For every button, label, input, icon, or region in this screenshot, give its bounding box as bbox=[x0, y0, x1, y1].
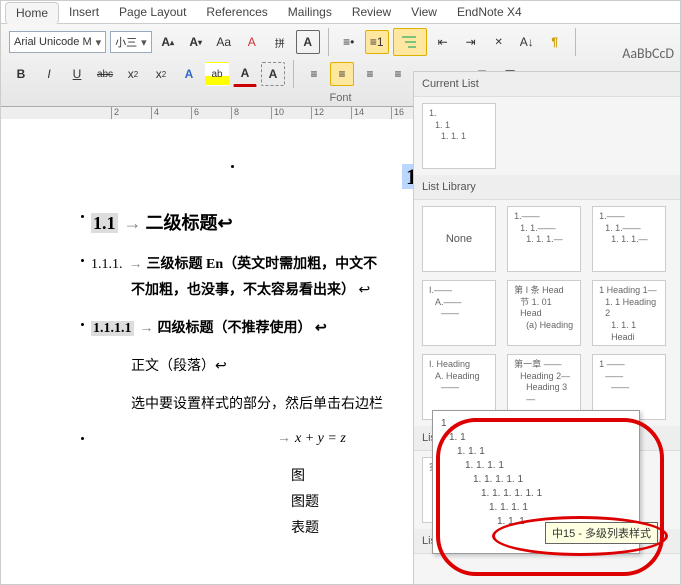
list-tile[interactable]: I.——A.———— bbox=[422, 280, 496, 346]
tab-references[interactable]: References bbox=[196, 2, 277, 22]
tab-endnote[interactable]: EndNote X4 bbox=[447, 2, 532, 22]
equation: x + y = z bbox=[295, 431, 346, 446]
tab-mailings[interactable]: Mailings bbox=[278, 2, 342, 22]
shrink-font-icon[interactable]: A▾ bbox=[184, 30, 208, 54]
show-marks-icon[interactable]: ¶ bbox=[543, 30, 567, 54]
chevron-down-icon: ▾ bbox=[96, 36, 102, 49]
font-name-combo[interactable]: Arial Unicode M ▾ bbox=[9, 31, 106, 53]
align-center-icon[interactable]: ≡ bbox=[330, 62, 354, 86]
numbering-icon[interactable]: ≡1 bbox=[365, 30, 389, 54]
tab-arrow-icon: → bbox=[277, 431, 289, 446]
highlight-icon[interactable]: ab bbox=[205, 62, 229, 86]
tile-line: 1. 1 bbox=[435, 120, 489, 132]
tile-line: 1. bbox=[429, 108, 489, 120]
char-border-icon[interactable]: A bbox=[296, 30, 320, 54]
font-name-value: Arial Unicode M bbox=[14, 36, 92, 48]
strike-button[interactable]: abc bbox=[93, 62, 117, 86]
align-justify-icon[interactable]: ≡ bbox=[386, 62, 410, 86]
h4-number: 1.1.1.1 bbox=[91, 321, 134, 336]
current-list-header: Current List bbox=[414, 72, 680, 97]
align-right-icon[interactable]: ≡ bbox=[358, 62, 382, 86]
h2-text: 二级标题 bbox=[146, 213, 218, 233]
bullets-icon[interactable]: ≡• bbox=[337, 30, 361, 54]
underline-button[interactable]: U bbox=[65, 62, 89, 86]
char-shading-icon[interactable]: A bbox=[261, 62, 285, 86]
chevron-down-icon: ▾ bbox=[141, 36, 147, 49]
styles-preview[interactable]: AaBbCcD bbox=[622, 45, 674, 62]
asian-layout-icon[interactable]: ✕ bbox=[487, 30, 511, 54]
fig-label: 图 bbox=[291, 469, 305, 484]
current-list-tile[interactable]: 1. 1. 1 1. 1. 1 bbox=[422, 103, 496, 169]
h4-text: 四级标题（不推荐使用） bbox=[158, 321, 312, 336]
tab-arrow-icon: → bbox=[140, 321, 152, 336]
tab-arrow-icon: → bbox=[124, 213, 140, 233]
list-tile-none[interactable]: None bbox=[422, 206, 496, 272]
font-size-combo[interactable]: 小三 ▾ bbox=[110, 31, 152, 53]
ribbon-tabs: Home Insert Page Layout References Maili… bbox=[1, 1, 680, 24]
phonetic-guide-icon[interactable]: 拼 bbox=[268, 30, 292, 54]
tab-page-layout[interactable]: Page Layout bbox=[109, 2, 196, 22]
tab-review[interactable]: Review bbox=[342, 2, 401, 22]
text-effects-icon[interactable]: A bbox=[177, 62, 201, 86]
clear-format-icon[interactable]: A bbox=[240, 30, 264, 54]
h2-number: 1.1 bbox=[91, 213, 118, 233]
h3-number: 1.1.1. bbox=[91, 257, 123, 272]
body-line-2: 选中要设置样式的部分，然后单击右边栏 bbox=[131, 397, 383, 412]
list-library-tiles: None 1.——1. 1.——1. 1. 1.— 1.——1. 1.——1. … bbox=[414, 200, 680, 426]
italic-button[interactable]: I bbox=[37, 62, 61, 86]
list-tile[interactable]: 1.——1. 1.——1. 1. 1.— bbox=[507, 206, 581, 272]
multilevel-list-icon[interactable] bbox=[393, 28, 427, 56]
table-caption-label: 表题 bbox=[291, 521, 319, 536]
sort-icon[interactable]: A↓ bbox=[515, 30, 539, 54]
tab-home[interactable]: Home bbox=[5, 2, 59, 24]
font-color-icon[interactable]: A bbox=[233, 61, 257, 87]
tab-view[interactable]: View bbox=[401, 2, 447, 22]
list-tile[interactable]: 1 Heading 1—1. 1 Heading 21. 1. 1 Headi bbox=[592, 280, 666, 346]
font-size-value: 小三 bbox=[115, 34, 137, 50]
list-tile[interactable]: 第 I 条 Head节 1. 01 Head(a) Heading bbox=[507, 280, 581, 346]
caption-label: 图题 bbox=[291, 495, 319, 510]
subscript-button[interactable]: x2 bbox=[121, 62, 145, 86]
decrease-indent-icon[interactable]: ⇤ bbox=[431, 30, 455, 54]
superscript-button[interactable]: x2 bbox=[149, 62, 173, 86]
grow-font-icon[interactable]: A▴ bbox=[156, 30, 180, 54]
tile-line: 1. 1. 1 bbox=[441, 131, 489, 143]
tab-arrow-icon: → bbox=[129, 257, 141, 272]
list-tile[interactable]: 1.——1. 1.——1. 1. 1.— bbox=[592, 206, 666, 272]
h3-text-b: 不加粗，也没事，不太容易看出来） bbox=[131, 283, 355, 298]
annotation-oval-icon bbox=[492, 516, 668, 556]
list-library-header: List Library bbox=[414, 175, 680, 200]
align-left-icon[interactable]: ≡ bbox=[302, 62, 326, 86]
bold-button[interactable]: B bbox=[9, 62, 33, 86]
increase-indent-icon[interactable]: ⇥ bbox=[459, 30, 483, 54]
h3-text-a: 三级标题 En（英文时需加粗，中文不 bbox=[147, 257, 378, 272]
body-line-1: 正文（段落） bbox=[131, 359, 215, 374]
change-case-icon[interactable]: Aa bbox=[212, 30, 236, 54]
tab-insert[interactable]: Insert bbox=[59, 2, 109, 22]
